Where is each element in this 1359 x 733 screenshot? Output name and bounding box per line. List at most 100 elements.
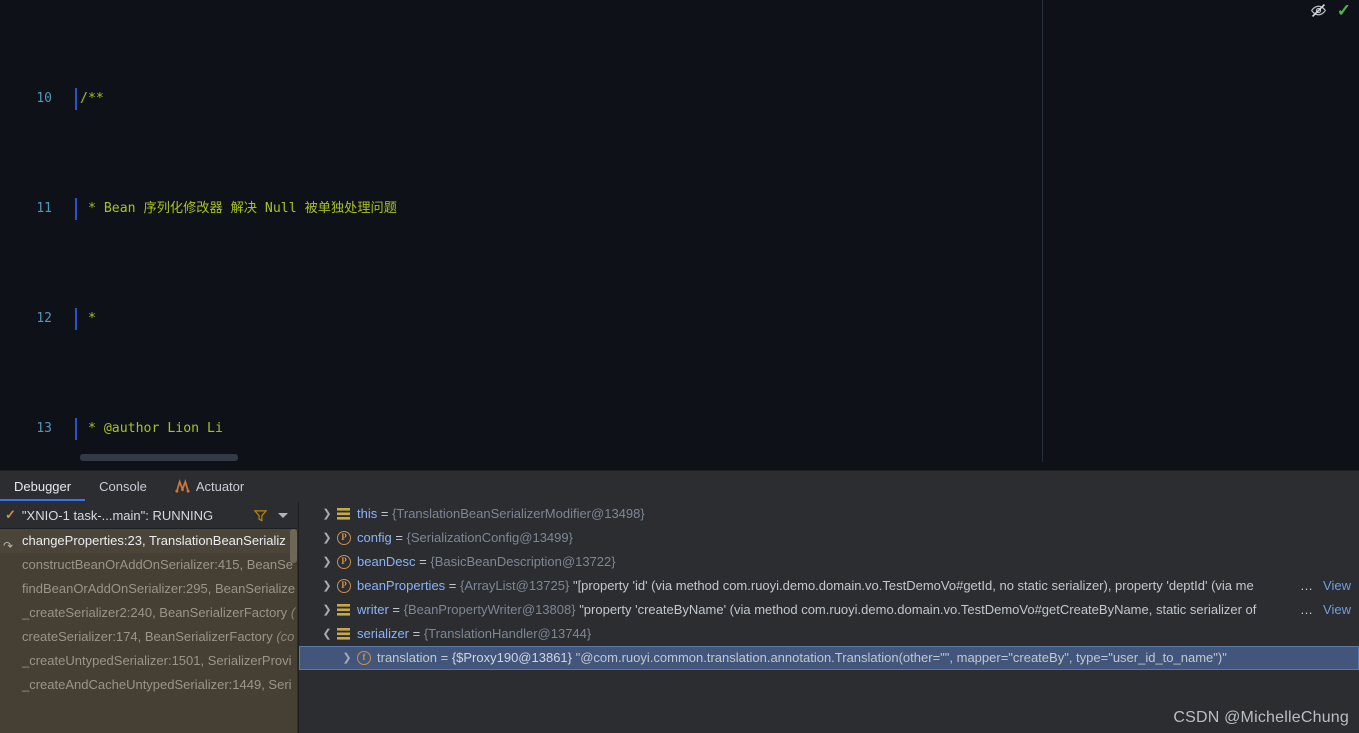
frame-label: findBeanOrAddOnSerializer:295, BeanSeria… — [22, 581, 296, 596]
variable-row-this[interactable]: ❯ this = {TranslationBeanSerializerModif… — [299, 502, 1359, 526]
variable-row-translation[interactable]: ❯ f translation = {$Proxy190@13861} "@co… — [299, 646, 1359, 670]
line-number[interactable]: 13 — [0, 418, 52, 440]
truncation-ellipsis: … — [1300, 602, 1313, 617]
line-number[interactable]: 10 — [0, 88, 52, 110]
chevron-right-icon[interactable]: ❯ — [321, 526, 333, 550]
line-content: * @author Lion Li — [80, 421, 223, 436]
line-number[interactable]: 11 — [0, 198, 52, 220]
debug-tabbar[interactable]: Debugger Console Actuator — [0, 471, 1359, 501]
frame-label: _createAndCacheUntypedSerializer:1449, S… — [22, 677, 292, 692]
chevron-right-icon[interactable]: ❯ — [321, 550, 333, 574]
variable-text: beanDesc = {BasicBeanDescription@13722} — [357, 554, 616, 569]
frame-row[interactable]: _createAndCacheUntypedSerializer:1449, S… — [0, 673, 297, 697]
variable-clip: ❯ writer = {BeanPropertyWriter@13808} "p… — [299, 598, 1309, 622]
field-icon: f — [357, 651, 371, 665]
code-editor[interactable]: 10 /** 11 * Bean 序列化修改器 解决 Null 被单独处理问题 … — [0, 0, 1359, 470]
variable-type: {SerializationConfig@13499} — [406, 530, 573, 545]
variable-text: translation = {$Proxy190@13861} "@com.ru… — [377, 650, 1227, 665]
eye-off-icon[interactable] — [1310, 2, 1327, 19]
thread-selector[interactable]: ✓ "XNIO-1 task-...main": RUNNING — [0, 502, 297, 529]
local-variable-icon — [337, 628, 350, 640]
scrollbar-thumb[interactable] — [80, 454, 238, 461]
line-number[interactable]: 12 — [0, 308, 52, 330]
variable-name: translation — [377, 650, 437, 665]
line-content: /** — [80, 91, 104, 106]
frame-row[interactable]: findBeanOrAddOnSerializer:295, BeanSeria… — [0, 577, 297, 601]
variable-value: "@com.ruoyi.common.translation.annotatio… — [575, 650, 1227, 665]
modified-marker — [75, 418, 77, 440]
debug-tool-window: Debugger Console Actuator ✓ "XNIO-1 task… — [0, 470, 1359, 733]
variable-text: config = {SerializationConfig@13499} — [357, 530, 573, 545]
variables-panel[interactable]: ❯ this = {TranslationBeanSerializerModif… — [298, 502, 1359, 733]
frame-row[interactable]: constructBeanOrAddOnSerializer:415, Bean… — [0, 553, 297, 577]
code-line-11: 11 * Bean 序列化修改器 解决 Null 被单独处理问题 — [0, 198, 1359, 220]
variable-clip: ❯ f translation = {$Proxy190@13861} "@co… — [299, 646, 1359, 670]
line-content: * — [80, 311, 96, 326]
variable-name: beanProperties — [357, 578, 446, 593]
code-line-10: 10 /** — [0, 88, 1359, 110]
frames-panel: ✓ "XNIO-1 task-...main": RUNNING ↷ chang… — [0, 502, 297, 733]
tab-console[interactable]: Console — [85, 471, 161, 501]
frame-label: _createUntypedSerializer:1501, Serialize… — [22, 653, 292, 668]
editor-bottom-strip — [0, 462, 1359, 470]
current-frame-icon: ↷ — [3, 539, 14, 553]
chevron-right-icon[interactable]: ❯ — [321, 574, 333, 598]
variable-type: {$Proxy190@13861} — [451, 650, 572, 665]
variable-name: beanDesc — [357, 554, 416, 569]
variable-name: writer — [357, 602, 389, 617]
filter-icon[interactable] — [253, 509, 268, 522]
frame-row[interactable]: _createSerializer2:240, BeanSerializerFa… — [0, 601, 297, 625]
thread-label[interactable]: "XNIO-1 task-...main": RUNNING — [22, 508, 247, 523]
modified-marker — [75, 308, 77, 330]
variable-type: {TranslationBeanSerializerModifier@13498… — [392, 506, 645, 521]
variable-name: this — [357, 506, 378, 521]
tab-actuator[interactable]: Actuator — [161, 471, 258, 501]
actuator-icon — [175, 479, 190, 493]
code-line-13: 13 * @author Lion Li — [0, 418, 1359, 440]
code-lines[interactable]: 10 /** 11 * Bean 序列化修改器 解决 Null 被单独处理问题 … — [0, 0, 1359, 462]
variable-row-serializer[interactable]: ❮ serializer = {TranslationHandler@13744… — [299, 622, 1359, 646]
variable-row-config[interactable]: ❯ P config = {SerializationConfig@13499} — [299, 526, 1359, 550]
parameter-icon: P — [337, 579, 351, 593]
line-content: * Bean 序列化修改器 解决 Null 被单独处理问题 — [80, 201, 397, 216]
chevron-right-icon[interactable]: ❯ — [321, 598, 333, 622]
chevron-down-icon[interactable]: ❮ — [321, 622, 333, 646]
parameter-icon: P — [337, 555, 351, 569]
frames-scrollbar[interactable] — [290, 529, 297, 733]
frame-label: createSerializer:174, BeanSerializerFact… — [22, 629, 277, 644]
frame-label: changeProperties:23, TranslationBeanSeri… — [22, 533, 286, 548]
tab-actuator-label: Actuator — [195, 478, 245, 494]
variable-row-beanproperties[interactable]: ❯ P beanProperties = {ArrayList@13725} "… — [299, 574, 1359, 598]
no-errors-check-icon[interactable]: ✓ — [1337, 2, 1351, 19]
frame-row[interactable]: _createUntypedSerializer:1501, Serialize… — [0, 649, 297, 673]
code-line-12: 12 * — [0, 308, 1359, 330]
variable-value: "[property 'id' (via method com.ruoyi.de… — [572, 578, 1254, 593]
thread-running-icon: ✓ — [5, 507, 16, 522]
variable-clip: ❯ P beanProperties = {ArrayList@13725} "… — [299, 574, 1309, 598]
tab-debugger[interactable]: Debugger — [0, 471, 86, 501]
variable-value: "property 'createByName' (via method com… — [579, 602, 1257, 617]
variable-text: writer = {BeanPropertyWriter@13808} "pro… — [357, 602, 1257, 617]
variable-type: {ArrayList@13725} — [460, 578, 570, 593]
chevron-right-icon[interactable]: ❯ — [341, 646, 353, 670]
call-stack-list[interactable]: ↷ changeProperties:23, TranslationBeanSe… — [0, 529, 297, 733]
variable-text: serializer = {TranslationHandler@13744} — [357, 626, 592, 641]
local-variable-icon — [337, 508, 350, 520]
variable-name: serializer — [357, 626, 410, 641]
editor-status-icons[interactable]: ✓ — [1310, 2, 1351, 19]
view-link[interactable]: View — [1323, 574, 1351, 598]
chevron-right-icon[interactable]: ❯ — [321, 502, 333, 526]
variable-type: {TranslationHandler@13744} — [423, 626, 592, 641]
frame-label: _createSerializer2:240, BeanSerializerFa… — [22, 605, 291, 620]
variable-row-writer[interactable]: ❯ writer = {BeanPropertyWriter@13808} "p… — [299, 598, 1359, 622]
variable-row-beandesc[interactable]: ❯ P beanDesc = {BasicBeanDescription@137… — [299, 550, 1359, 574]
frame-row[interactable]: ↷ changeProperties:23, TranslationBeanSe… — [0, 529, 297, 553]
ide-window: 10 /** 11 * Bean 序列化修改器 解决 Null 被单独处理问题 … — [0, 0, 1359, 733]
scrollbar-thumb[interactable] — [290, 529, 297, 563]
view-link[interactable]: View — [1323, 598, 1351, 622]
frame-label: constructBeanOrAddOnSerializer:415, Bean… — [22, 557, 293, 572]
frame-row[interactable]: createSerializer:174, BeanSerializerFact… — [0, 625, 297, 649]
variable-text: beanProperties = {ArrayList@13725} "[pro… — [357, 578, 1254, 593]
editor-horizontal-scrollbar[interactable] — [0, 453, 1359, 462]
chevron-down-icon[interactable] — [278, 512, 288, 518]
